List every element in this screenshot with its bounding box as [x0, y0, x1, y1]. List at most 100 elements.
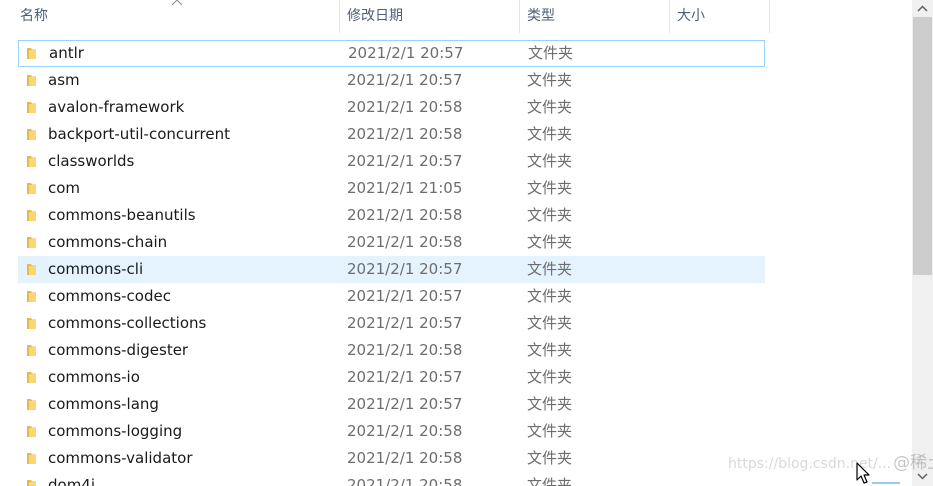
file-type: 文件夹: [527, 314, 573, 332]
file-type: 文件夹: [527, 287, 573, 305]
file-modified-date: 2021/2/1 21:05: [347, 179, 463, 197]
file-name: backport-util-concurrent: [48, 125, 230, 143]
folder-icon: [27, 399, 36, 410]
column-header-type[interactable]: 类型: [521, 0, 669, 33]
file-list-row[interactable]: commons-io 2021/2/1 20:57 文件夹: [18, 364, 765, 391]
file-type: 文件夹: [527, 179, 573, 197]
folder-icon: [27, 237, 36, 248]
file-type: 文件夹: [527, 449, 573, 467]
file-modified-date: 2021/2/1 20:58: [347, 341, 463, 359]
file-name: commons-collections: [48, 314, 207, 332]
folder-icon: [27, 291, 36, 302]
file-type: 文件夹: [527, 422, 573, 440]
file-type: 文件夹: [527, 152, 573, 170]
folder-icon: [27, 183, 36, 194]
folder-icon: [27, 372, 36, 383]
file-type: 文件夹: [527, 206, 573, 224]
file-name: commons-digester: [48, 341, 189, 359]
file-modified-date: 2021/2/1 20:57: [347, 395, 463, 413]
file-type: 文件夹: [527, 98, 573, 116]
file-modified-date: 2021/2/1 20:57: [348, 44, 464, 62]
file-name: avalon-framework: [48, 98, 185, 116]
file-modified-date: 2021/2/1 20:57: [347, 260, 463, 278]
column-header-type-label: 类型: [527, 8, 555, 24]
file-type: 文件夹: [527, 71, 573, 89]
file-list-row[interactable]: asm 2021/2/1 20:57 文件夹: [18, 67, 765, 94]
watermark: https://blog.csdn.net/...@稀土掘金技术社区: [728, 448, 933, 473]
file-list-row[interactable]: antlr 2021/2/1 20:57 文件夹: [18, 40, 765, 67]
file-name: classworlds: [48, 152, 135, 170]
folder-icon: [27, 102, 36, 113]
file-list-row[interactable]: commons-beanutils 2021/2/1 20:58 文件夹: [18, 202, 765, 229]
file-list-row[interactable]: com 2021/2/1 21:05 文件夹: [18, 175, 765, 202]
folder-icon: [27, 318, 36, 329]
file-name: commons-codec: [48, 287, 171, 305]
file-modified-date: 2021/2/1 20:58: [347, 422, 463, 440]
file-list-row[interactable]: commons-codec 2021/2/1 20:57 文件夹: [18, 283, 765, 310]
folder-icon: [27, 264, 36, 275]
file-modified-date: 2021/2/1 20:58: [347, 206, 463, 224]
file-list-row[interactable]: commons-cli 2021/2/1 20:57 文件夹: [18, 256, 765, 283]
file-list-row[interactable]: classworlds 2021/2/1 20:57 文件夹: [18, 148, 765, 175]
file-type: 文件夹: [527, 233, 573, 251]
folder-icon: [27, 75, 36, 86]
scrollbar-thumb[interactable]: [913, 17, 932, 275]
scroll-up-arrow-icon[interactable]: [912, 0, 933, 17]
folder-icon: [27, 453, 36, 464]
file-list-row[interactable]: avalon-framework 2021/2/1 20:58 文件夹: [18, 94, 765, 121]
file-type: 文件夹: [527, 341, 573, 359]
file-modified-date: 2021/2/1 20:57: [347, 314, 463, 332]
file-modified-date: 2021/2/1 20:57: [347, 368, 463, 386]
file-name: asm: [48, 71, 80, 89]
mouse-pointer-icon: [856, 462, 870, 484]
watermark-text: @稀土掘金技术社区: [893, 453, 933, 473]
vertical-scrollbar[interactable]: [912, 0, 933, 486]
column-divider[interactable]: [519, 0, 520, 33]
file-list-row[interactable]: commons-validator 2021/2/1 20:58 文件夹: [18, 445, 765, 472]
file-name: commons-chain: [48, 233, 168, 251]
file-name: commons-io: [48, 368, 140, 386]
file-name: com: [48, 179, 81, 197]
column-divider[interactable]: [339, 0, 340, 33]
file-list-row[interactable]: dom4j 2021/2/1 20:58 文件夹: [18, 472, 765, 486]
folder-icon: [27, 480, 36, 486]
column-divider[interactable]: [669, 0, 670, 33]
column-header-date[interactable]: 修改日期: [341, 0, 519, 33]
file-modified-date: 2021/2/1 20:58: [347, 125, 463, 143]
file-type: 文件夹: [527, 125, 573, 143]
file-name: commons-lang: [48, 395, 159, 413]
file-type: 文件夹: [527, 260, 573, 278]
folder-icon: [27, 129, 36, 140]
file-list-row[interactable]: commons-logging 2021/2/1 20:58 文件夹: [18, 418, 765, 445]
column-divider[interactable]: [769, 0, 770, 33]
file-name: antlr: [49, 44, 84, 62]
file-name: dom4j: [48, 476, 96, 486]
column-header-size[interactable]: 大小: [671, 0, 769, 33]
file-modified-date: 2021/2/1 20:57: [347, 71, 463, 89]
folder-icon: [27, 345, 36, 356]
file-list-row[interactable]: commons-digester 2021/2/1 20:58 文件夹: [18, 337, 765, 364]
file-list-row[interactable]: backport-util-concurrent 2021/2/1 20:58 文件…: [18, 121, 765, 148]
file-name: commons-cli: [48, 260, 144, 278]
folder-icon: [27, 210, 36, 221]
file-name: commons-logging: [48, 422, 183, 440]
file-list-row[interactable]: commons-chain 2021/2/1 20:58 文件夹: [18, 229, 765, 256]
file-explorer-window: 名称 修改日期 类型 大小 antlr 2021/2/1 20:57 文件夹 asm 2…: [0, 0, 933, 486]
file-modified-date: 2021/2/1 20:57: [347, 287, 463, 305]
file-modified-date: 2021/2/1 20:58: [347, 476, 463, 486]
file-modified-date: 2021/2/1 20:57: [347, 152, 463, 170]
file-name: commons-validator: [48, 449, 193, 467]
file-type: 文件夹: [527, 476, 573, 486]
file-list-row[interactable]: commons-collections 2021/2/1 20:57 文件夹: [18, 310, 765, 337]
folder-icon: [27, 156, 36, 167]
file-modified-date: 2021/2/1 20:58: [347, 233, 463, 251]
sort-up-arrow-icon: [171, 0, 183, 6]
file-list-row[interactable]: commons-lang 2021/2/1 20:57 文件夹: [18, 391, 765, 418]
column-header-name-label: 名称: [20, 8, 48, 24]
file-name: commons-beanutils: [48, 206, 196, 224]
column-header-date-label: 修改日期: [347, 8, 403, 24]
file-list: antlr 2021/2/1 20:57 文件夹 asm 2021/2/1 20:57 文…: [0, 40, 912, 486]
file-modified-date: 2021/2/1 20:58: [347, 98, 463, 116]
file-type: 文件夹: [527, 368, 573, 386]
folder-icon: [27, 426, 36, 437]
